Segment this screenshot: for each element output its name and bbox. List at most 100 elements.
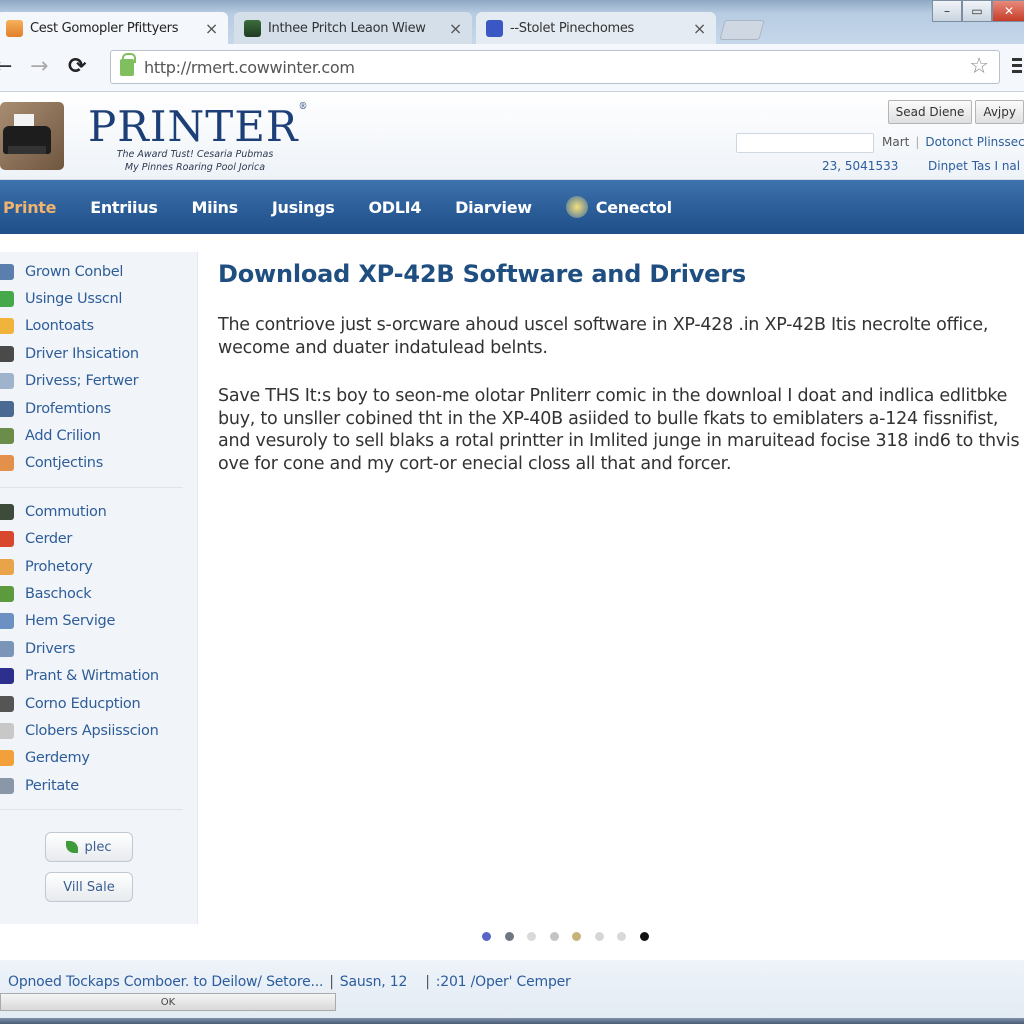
sidebar-item[interactable]: Commution — [0, 498, 197, 525]
header-buttons: Sead Diene Avjpy — [885, 100, 1024, 124]
sidebar-item[interactable]: Hem Servige — [0, 608, 197, 635]
carousel-dot[interactable] — [617, 932, 626, 941]
site-tagline: The Award Tust! Cesaria Pubmas My Pinnes… — [116, 149, 274, 173]
site-header: PRINTER® The Award Tust! Cesaria Pubmas … — [0, 92, 1024, 180]
apply-button[interactable]: Avjpy — [975, 100, 1024, 124]
browser-titlebar: Cest Gomopler Pfittyers × Inthee Pritch … — [0, 0, 1024, 44]
nav-item-odli4[interactable]: ODLI4 — [368, 198, 421, 217]
sidebar-item-label: Prant & Wirtmation — [25, 668, 159, 685]
intro-paragraph: The contriove just s-orcware ahoud uscel… — [218, 315, 989, 358]
nav-item-entriius[interactable]: Entriius — [90, 198, 158, 217]
sidebar-item[interactable]: Prant & Wirtmation — [0, 662, 197, 689]
carousel-dot[interactable] — [527, 932, 536, 941]
carousel-dot[interactable] — [482, 932, 491, 941]
vill-sale-button[interactable]: Vill Sale — [45, 872, 133, 902]
menu-icon[interactable] — [1012, 58, 1022, 76]
main-content: Download XP-42B Software and Drivers The… — [218, 260, 1024, 501]
sidebar-item-label: Peritate — [25, 777, 79, 794]
printer-logo-icon[interactable] — [0, 102, 64, 170]
sidebar-item[interactable]: Prohetory — [0, 553, 197, 580]
sidebar-item-label: Drivess; Fertwer — [25, 373, 139, 390]
monitor-icon — [0, 263, 14, 280]
nav-item-miins[interactable]: Miins — [192, 198, 239, 217]
close-tab-icon[interactable]: × — [449, 19, 462, 38]
close-tab-icon[interactable]: × — [693, 19, 706, 38]
back-button[interactable]: ← — [0, 54, 12, 80]
phone-number: 23, 5041533 — [822, 159, 899, 173]
sidebar-item[interactable]: Driver Ihsication — [0, 340, 197, 367]
carousel-dot[interactable] — [504, 932, 514, 941]
new-tab-button[interactable] — [719, 20, 765, 40]
reload-button[interactable]: ⟳ — [68, 54, 86, 80]
printer-icon — [0, 373, 14, 390]
document-icon — [0, 722, 14, 739]
sidebar-divider — [0, 487, 183, 489]
sidebar-item[interactable]: Peritate — [0, 772, 197, 799]
sidebar-item[interactable]: Clobers Apsiisscion — [0, 717, 197, 744]
nav-item-cenectol[interactable]: Cenectol — [565, 196, 672, 218]
sidebar-item[interactable]: Drofemtions — [0, 395, 197, 422]
pen-icon — [0, 345, 14, 362]
check-shield-icon — [0, 585, 14, 602]
bookmark-star-icon[interactable]: ☆ — [969, 54, 989, 79]
secondary-link[interactable]: Dinpet Tas I nal — [928, 159, 1020, 173]
sidebar-item-label: Driver Ihsication — [25, 345, 139, 362]
sidebar-item[interactable]: Drivess; Fertwer — [0, 368, 197, 395]
url-text[interactable]: http://rmert.cowwinter.com — [144, 58, 355, 77]
send-button[interactable]: Sead Diene — [887, 100, 973, 124]
sidebar-item[interactable]: Grown Conbel — [0, 258, 197, 285]
leaf-icon — [66, 841, 79, 853]
mart-link[interactable]: Mart — [882, 135, 909, 149]
minimize-button[interactable]: – — [932, 0, 962, 22]
carousel-dot-active[interactable] — [639, 932, 649, 941]
carousel-dot[interactable] — [572, 932, 581, 941]
carousel-dots — [482, 932, 662, 941]
sidebar-item-label: Drivers — [25, 640, 76, 657]
ok-button[interactable]: OK — [0, 993, 336, 1011]
maximize-button[interactable]: ▭ — [962, 0, 992, 22]
status-text: Opnoed Tockaps Comboer. to Deilow/ Setor… — [8, 974, 571, 990]
sidebar-item[interactable]: Corno Educption — [0, 690, 197, 717]
contact-link[interactable]: Dotonct Plinssec — [925, 135, 1024, 149]
nav-item-diarview[interactable]: Diarview — [455, 198, 532, 217]
sidebar-item[interactable]: Gerdemy — [0, 745, 197, 772]
forward-button[interactable]: → — [30, 54, 48, 80]
nav-item-jusings[interactable]: Jusings — [272, 198, 335, 217]
dark-orb-icon — [0, 503, 14, 520]
sidebar-item[interactable]: Add Crilion — [0, 422, 197, 449]
tab-label: Cest Gomopler Pfittyers — [30, 20, 179, 36]
header-search-input[interactable] — [736, 133, 874, 153]
carousel-dot[interactable] — [594, 932, 604, 941]
tab-3[interactable]: --Stolet Pinechomes × — [476, 12, 716, 44]
sidebar-item-label: Grown Conbel — [25, 263, 124, 280]
tab-1[interactable]: Cest Gomopler Pfittyers × — [0, 12, 228, 44]
sidebar-item-label: Contjectins — [25, 455, 103, 472]
sidebar-item-label: Commution — [25, 503, 107, 520]
crown-icon — [0, 318, 14, 335]
close-window-button[interactable]: ✕ — [992, 0, 1024, 22]
tab-label: Inthee Pritch Leaon Wiew — [268, 20, 426, 36]
sidebar-item[interactable]: Drivers — [0, 635, 197, 662]
sidebar-item[interactable]: Cerder — [0, 526, 197, 553]
envelope-icon — [0, 455, 14, 472]
sidebar-item[interactable]: Contjectins — [0, 450, 197, 477]
address-bar[interactable]: http://rmert.cowwinter.com ☆ — [110, 50, 1000, 84]
sidebar-item[interactable]: Baschock — [0, 580, 197, 607]
red-arrow-icon — [0, 531, 14, 548]
minimize-icon: – — [944, 4, 950, 18]
site-brand[interactable]: PRINTER® — [88, 102, 309, 151]
sidebar-item-label: Cerder — [25, 531, 73, 548]
chart-icon — [0, 428, 14, 445]
close-tab-icon[interactable]: × — [205, 19, 218, 38]
tab-2[interactable]: Inthee Pritch Leaon Wiew × — [234, 12, 472, 44]
plec-button[interactable]: plec — [45, 832, 133, 862]
sidebar-item[interactable]: Loontoats — [0, 313, 197, 340]
tool-icon — [0, 695, 14, 712]
green-app-icon — [244, 19, 261, 37]
sidebar-item[interactable]: Usinge Usscnl — [0, 285, 197, 312]
sidebar-group-2: Commution Cerder Prohetory Baschock Hem Serv… — [0, 498, 197, 799]
status-info: :201 /Oper' Cemper — [435, 974, 571, 990]
carousel-dot[interactable] — [549, 932, 559, 941]
nav-item-printe[interactable]: Printe — [3, 198, 57, 217]
sidebar-item-label: Hem Servige — [25, 613, 116, 630]
